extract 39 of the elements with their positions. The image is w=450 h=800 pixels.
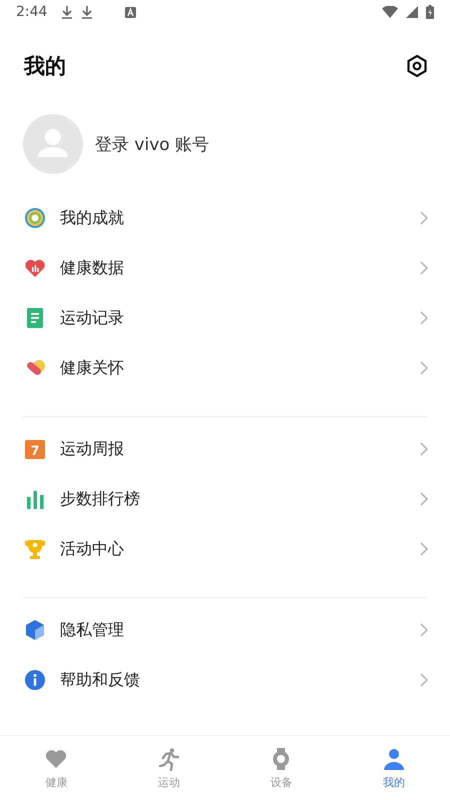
heart-chart-icon xyxy=(24,257,46,279)
chevron-right-icon xyxy=(420,542,428,556)
cube-icon xyxy=(24,619,46,641)
page-title: 我的 xyxy=(24,53,66,80)
bar-chart-icon xyxy=(24,488,46,510)
menu-item[interactable]: 步数排行榜 xyxy=(0,474,450,524)
trophy-icon xyxy=(24,538,46,560)
chevron-right-icon xyxy=(420,311,428,325)
runner-icon xyxy=(156,746,181,770)
download-icon xyxy=(81,5,94,19)
download-icon xyxy=(61,5,74,19)
chevron-right-icon xyxy=(420,211,428,225)
calendar-icon: 7 xyxy=(24,438,46,460)
menu-item[interactable]: 活动中心 xyxy=(0,524,450,574)
menu-item[interactable]: 我的成就 xyxy=(0,193,450,243)
document-icon xyxy=(24,307,46,329)
settings-icon[interactable] xyxy=(406,54,428,78)
menu-item[interactable]: 健康关怀 xyxy=(0,343,450,393)
chevron-right-icon xyxy=(420,673,428,687)
battery-icon xyxy=(426,5,434,19)
chevron-right-icon xyxy=(420,261,428,275)
login-link[interactable]: 登录 vivo 账号 xyxy=(95,132,210,156)
chevron-right-icon xyxy=(420,361,428,375)
menu-item[interactable]: 健康数据 xyxy=(0,243,450,293)
rings-icon xyxy=(24,207,46,229)
wifi-icon xyxy=(382,6,398,18)
status-time: 2:44 xyxy=(16,4,48,20)
notification-icon xyxy=(125,6,136,18)
menu-item[interactable]: 7 运动周报 xyxy=(0,424,450,474)
chevron-right-icon xyxy=(420,442,428,456)
chevron-right-icon xyxy=(420,492,428,506)
menu-item[interactable]: 隐私管理 xyxy=(0,605,450,655)
info-icon xyxy=(24,669,46,691)
chevron-right-icon xyxy=(420,623,428,637)
signal-icon xyxy=(406,6,418,18)
nav-tab[interactable]: 我的 xyxy=(338,736,450,800)
menu-item[interactable]: 帮助和反馈 xyxy=(0,655,450,705)
menu-item[interactable]: 运动记录 xyxy=(0,293,450,343)
person-icon xyxy=(382,746,406,770)
